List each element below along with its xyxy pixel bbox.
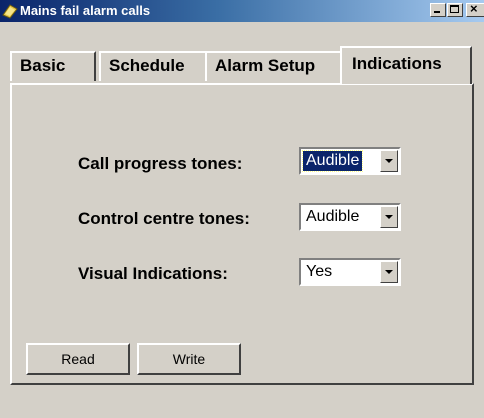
write-button[interactable]: Write — [137, 343, 241, 375]
visual-indications-value: Yes — [306, 263, 333, 280]
title-bar[interactable]: Mains fail alarm calls × — [0, 0, 484, 22]
call-progress-tones-value: Audible — [301, 150, 364, 172]
tab-panel-indications: Call progress tones: Audible Control cen… — [10, 83, 474, 385]
minimize-button[interactable] — [430, 3, 446, 17]
tab-indications[interactable]: Indications — [340, 46, 472, 84]
close-icon: × — [470, 1, 478, 16]
call-progress-tones-dropdown-button[interactable] — [380, 150, 398, 172]
tab-schedule[interactable]: Schedule — [99, 51, 207, 81]
visual-indications-label: Visual Indications: — [78, 264, 228, 283]
control-centre-tones-label: Control centre tones: — [78, 209, 250, 228]
maximize-button[interactable] — [447, 3, 463, 17]
call-progress-tones-select[interactable]: Audible — [299, 147, 401, 175]
chevron-down-icon — [385, 270, 393, 274]
control-centre-tones-value: Audible — [306, 208, 360, 225]
control-centre-tones-select[interactable]: Audible — [299, 203, 401, 231]
window-title: Mains fail alarm calls — [20, 3, 151, 18]
minimize-icon — [434, 11, 440, 13]
maximize-icon — [450, 5, 459, 13]
control-centre-tones-dropdown-button[interactable] — [380, 206, 398, 228]
visual-indications-dropdown-button[interactable] — [380, 261, 398, 283]
call-progress-tones-label: Call progress tones: — [78, 154, 243, 173]
chevron-down-icon — [385, 215, 393, 219]
chevron-down-icon — [385, 159, 393, 163]
tab-basic[interactable]: Basic — [10, 51, 96, 81]
tab-alarm-setup[interactable]: Alarm Setup — [205, 51, 345, 81]
app-icon — [2, 4, 18, 19]
close-button[interactable]: × — [466, 1, 484, 17]
dialog-window: Mains fail alarm calls × Call progress t… — [0, 0, 484, 418]
read-button[interactable]: Read — [26, 343, 130, 375]
visual-indications-select[interactable]: Yes — [299, 258, 401, 286]
